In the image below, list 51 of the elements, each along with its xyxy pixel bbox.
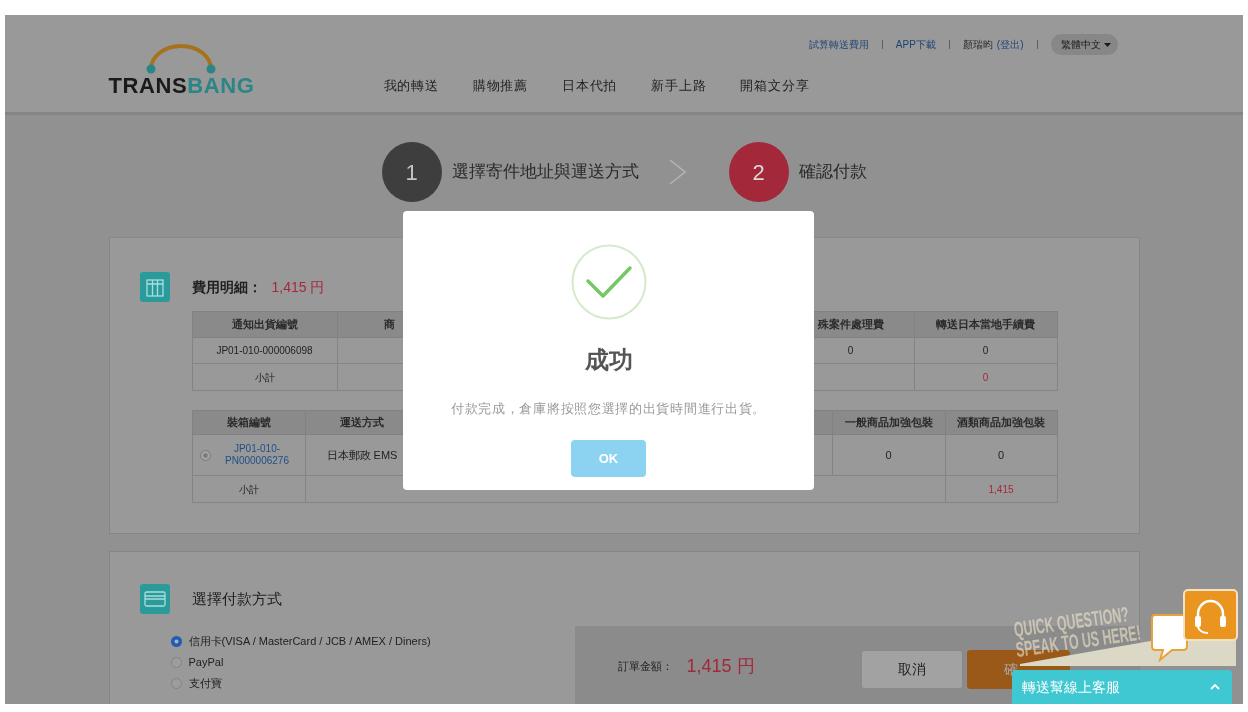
logo[interactable]: TRANSBANG <box>108 42 255 98</box>
step-number: 2 <box>728 142 789 202</box>
column-header: 酒類商品加強包裝 <box>945 410 1057 435</box>
headset-icon[interactable] <box>1183 589 1238 641</box>
card-title: 費用明細： <box>191 277 262 297</box>
column-header: 通知出貨編號 <box>192 311 337 338</box>
cancel-button[interactable]: 取消 <box>860 650 963 689</box>
column-header: 轉送日本當地手續費 <box>914 311 1057 338</box>
step-label: 選擇寄件地址與運送方式 <box>451 161 639 184</box>
table-cell: 0 <box>945 434 1057 476</box>
table-cell: 0 <box>832 434 945 476</box>
table-cell: JP01-010-000006098 <box>192 337 337 364</box>
card-title: 選擇付款方式 <box>191 588 282 609</box>
caret-icon <box>1103 42 1111 47</box>
table-cell: 0 <box>914 363 1057 391</box>
top-link[interactable]: 試算轉送費用 <box>808 37 869 52</box>
option-label[interactable]: PayPal <box>188 654 224 671</box>
total-amount: 1,415 円 <box>271 277 325 297</box>
step-number: 1 <box>381 142 442 202</box>
top-link[interactable]: APP下載 <box>895 37 936 52</box>
step-label: 確認付款 <box>798 161 867 184</box>
table-cell: 小計 <box>192 475 305 503</box>
option-label[interactable]: 信用卡(VISA / MasterCard / JCB / AMEX / Diners) <box>188 633 431 650</box>
checkmark-icon <box>570 244 647 320</box>
caret-up-icon <box>1210 684 1220 690</box>
radio-button[interactable] <box>170 678 182 689</box>
chevron-right-icon <box>668 159 686 185</box>
column-header: 一般商品加強包裝 <box>832 410 945 435</box>
nav-link[interactable]: 開箱文分享 <box>740 77 810 95</box>
nav-link[interactable]: 購物推薦 <box>472 77 528 95</box>
summary-label: 訂單金額： <box>617 659 673 674</box>
column-header: 裝箱編號 <box>192 410 305 435</box>
radio-button[interactable] <box>170 636 182 647</box>
nav-link[interactable]: 新手上路 <box>651 77 707 95</box>
radio-button[interactable] <box>200 449 211 461</box>
dialog-title: 成功 <box>584 345 633 375</box>
table-cell: 1,415 <box>945 475 1057 503</box>
nav-link[interactable]: 日本代拍 <box>561 77 618 95</box>
box-icon <box>139 272 170 302</box>
speech-bubble-icon <box>1150 613 1190 662</box>
user-name: 顏瑞昀 <box>962 38 993 52</box>
language-dropdown[interactable]: 繁體中文 <box>1050 34 1118 55</box>
option-label[interactable]: 支付寶 <box>188 675 222 692</box>
table-cell: 0 <box>914 337 1057 364</box>
radio-button[interactable] <box>170 657 182 668</box>
table-cell: 小計 <box>192 363 337 391</box>
nav-link[interactable]: 我的轉送 <box>383 77 439 95</box>
credit-card-icon <box>139 584 170 614</box>
order-total: 1,415 円 <box>686 655 755 678</box>
logout-link[interactable]: (登出) <box>996 37 1024 52</box>
dialog-message: 付款完成，倉庫將按照您選擇的出貨時間進行出貨。 <box>450 400 767 418</box>
